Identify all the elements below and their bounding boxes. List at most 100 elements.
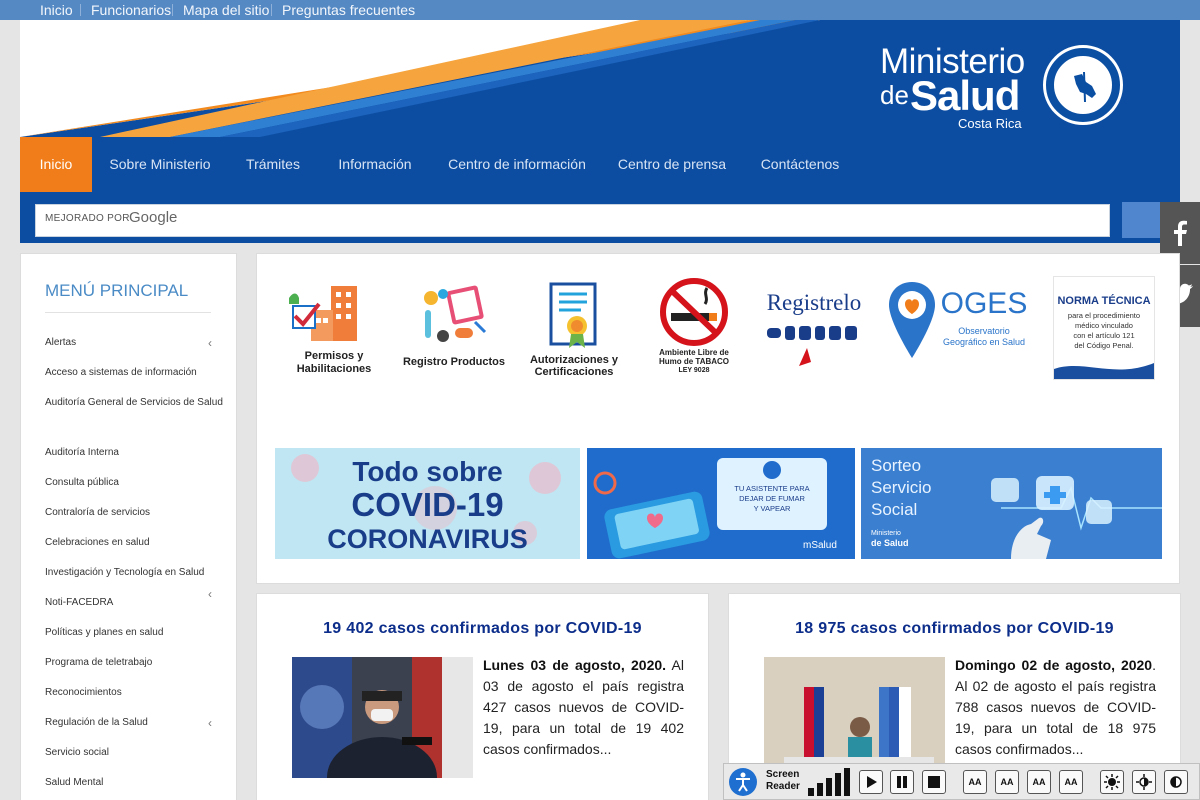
- quick-link-permisos[interactable]: Permisos y Habilitaciones: [279, 276, 389, 386]
- volume-level-icon[interactable]: [808, 768, 852, 796]
- top-link-divider: [80, 4, 81, 16]
- menu-item-acceso-sistemas[interactable]: Acceso a sistemas de información: [45, 363, 225, 383]
- sorteo-banner-brand2: de Salud: [871, 538, 909, 548]
- contrast-reset-button[interactable]: [1164, 770, 1188, 794]
- facebook-icon: [1174, 220, 1187, 246]
- quick-link-autorizaciones[interactable]: Autorizaciones y Certificaciones: [519, 276, 629, 386]
- quick-link-label: Registro Productos: [402, 356, 506, 368]
- news-image[interactable]: [292, 657, 473, 778]
- menu-item-teletrabajo[interactable]: Programa de teletrabajo: [45, 653, 225, 673]
- nav-centro-prensa[interactable]: Centro de prensa: [602, 137, 742, 192]
- news-title[interactable]: 18 975 casos confirmados por COVID-19: [729, 620, 1180, 638]
- quick-link-label: Certificaciones: [534, 366, 614, 378]
- search-button[interactable]: [1122, 202, 1162, 238]
- top-link-mapa-sitio[interactable]: Mapa del sitio: [183, 2, 269, 18]
- top-link-divider: [271, 4, 272, 16]
- quick-links-panel: Permisos y Habilitaciones Registro Produ…: [256, 253, 1180, 584]
- pause-button[interactable]: [890, 770, 914, 794]
- quick-link-registrelo[interactable]: Registrelo: [759, 276, 869, 386]
- chevron-left-icon[interactable]: ‹: [208, 584, 212, 604]
- nav-informacion[interactable]: Información: [318, 137, 432, 192]
- font-reset-button[interactable]: AA: [1027, 770, 1051, 794]
- play-button[interactable]: [859, 770, 883, 794]
- top-link-funcionarios[interactable]: Funcionarios: [91, 2, 171, 18]
- chevron-left-icon[interactable]: ‹: [208, 333, 212, 353]
- menu-item-salud-mental[interactable]: Salud Mental: [45, 773, 225, 793]
- main-menu-title: MENÚ PRINCIPAL: [45, 281, 189, 300]
- accessibility-icon[interactable]: [728, 767, 758, 797]
- nav-contactenos[interactable]: Contáctenos: [742, 137, 858, 192]
- chevron-left-icon[interactable]: ‹: [208, 713, 212, 733]
- font-increase-button[interactable]: AA: [963, 770, 987, 794]
- menu-item-contraloria-servicios[interactable]: Contraloría de servicios: [45, 503, 225, 523]
- menu-divider: [45, 312, 211, 313]
- nav-sobre-ministerio[interactable]: Sobre Ministerio: [92, 137, 228, 192]
- menu-item-servicio-social[interactable]: Servicio social: [45, 743, 225, 763]
- quick-link-label: Ambiente Libre de: [659, 348, 729, 357]
- permisos-icon: [289, 286, 357, 341]
- news-card: 19 402 casos confirmados por COVID-19 Lu…: [256, 593, 709, 800]
- font-decrease-button[interactable]: AA: [995, 770, 1019, 794]
- contrast-icon: [1170, 776, 1182, 788]
- map-pin-icon: [889, 282, 935, 358]
- news-summary: Domingo 02 de agosto, 2020. Al 02 de ago…: [955, 655, 1156, 760]
- top-link-inicio[interactable]: Inicio: [40, 2, 73, 18]
- msalud-logo: mSalud: [803, 540, 837, 551]
- nav-tramites[interactable]: Trámites: [228, 137, 318, 192]
- logo-salud-text: Salud: [910, 72, 1020, 119]
- quick-link-registro-productos[interactable]: Registro Productos: [399, 276, 509, 386]
- quick-link-label: Registrelo: [766, 290, 862, 315]
- autorizaciones-icon: [549, 282, 597, 348]
- sorteo-servicio-social-banner[interactable]: Sorteo Servicio Social Ministerio de Sal…: [861, 448, 1162, 559]
- quick-link-oges[interactable]: OGES Observatorio Geográfico en Salud: [887, 276, 1032, 386]
- menu-item-celebraciones-salud[interactable]: Celebraciones en salud: [45, 533, 225, 553]
- sorteo-banner-brand1: Ministerio: [871, 530, 901, 537]
- sorteo-banner-line3: Social: [871, 500, 918, 519]
- pause-icon: [897, 776, 907, 788]
- contrast-medium-button[interactable]: [1132, 770, 1156, 794]
- menu-item-investigacion-tecnologia[interactable]: Investigación y Tecnología en Salud: [45, 563, 225, 583]
- menu-item-alertas[interactable]: Alertas: [45, 333, 225, 353]
- quick-link-label: Observatorio: [958, 326, 1010, 336]
- font-size-button[interactable]: AA: [1059, 770, 1083, 794]
- quick-link-ambiente-libre-humo[interactable]: Ambiente Libre de Humo de TABACO LEY 902…: [639, 276, 749, 386]
- top-link-preguntas-frecuentes[interactable]: Preguntas frecuentes: [282, 2, 415, 18]
- nav-centro-informacion[interactable]: Centro de información: [432, 137, 602, 192]
- news-summary: Lunes 03 de agosto, 2020. Al 03 de agost…: [483, 655, 684, 760]
- msalud-banner[interactable]: TU ASISTENTE PARA DEJAR DE FUMAR Y VAPEA…: [587, 448, 855, 559]
- quick-link-label: OGES: [940, 287, 1028, 320]
- news-image[interactable]: [764, 657, 945, 778]
- sorteo-banner-line1: Sorteo: [871, 456, 922, 475]
- covid-banner[interactable]: Todo sobre COVID-19 CORONAVIRUS: [275, 448, 580, 559]
- menu-item-consulta-publica[interactable]: Consulta pública: [45, 473, 225, 493]
- quick-link-label: para el procedimiento: [1067, 311, 1141, 320]
- menu-item-politicas-planes[interactable]: Políticas y planes en salud: [45, 623, 225, 643]
- menu-item-reconocimientos[interactable]: Reconocimientos: [45, 683, 225, 703]
- covid-banner-line1: Todo sobre: [352, 456, 503, 487]
- quick-link-label: Permisos y: [304, 350, 364, 362]
- menu-item-auditoria-general[interactable]: Auditoría General de Servicios de Salud: [45, 393, 225, 413]
- stop-button[interactable]: [922, 770, 946, 794]
- menu-item-auditoria-interna[interactable]: Auditoría Interna: [45, 443, 225, 463]
- quick-link-label: Humo de TABACO: [658, 357, 730, 366]
- main-nav: Inicio Sobre Ministerio Trámites Informa…: [20, 137, 1180, 192]
- news-date: Lunes 03 de agosto, 2020.: [483, 657, 667, 673]
- google-logo: Google: [129, 209, 178, 226]
- top-bar: Inicio Funcionarios Mapa del sitio Pregu…: [0, 0, 1200, 20]
- search-input[interactable]: MEJORADO POR Google: [35, 204, 1110, 237]
- sun-icon: [1104, 774, 1120, 790]
- menu-item-regulacion-salud[interactable]: Regulación de la Salud: [45, 713, 225, 733]
- nav-inicio[interactable]: Inicio: [20, 137, 92, 192]
- powered-by-label: MEJORADO POR: [45, 213, 130, 224]
- menu-item-noti-facedra[interactable]: Noti-FACEDRA: [45, 593, 225, 613]
- news-title[interactable]: 19 402 casos confirmados por COVID-19: [257, 620, 708, 638]
- quick-link-label: LEY 9028: [678, 367, 710, 374]
- contrast-high-button[interactable]: [1100, 770, 1124, 794]
- quick-link-label: Autorizaciones y: [529, 354, 619, 366]
- registro-productos-icon: [424, 285, 487, 342]
- msalud-banner-line2: DEJAR DE FUMAR: [739, 494, 805, 503]
- msalud-banner-line3: Y VAPEAR: [753, 504, 791, 513]
- quick-link-norma-tecnica[interactable]: NORMA TÉCNICA para el procedimiento médi…: [1053, 276, 1155, 380]
- news-date: Domingo 02 de agosto, 2020: [955, 657, 1153, 673]
- costa-rica-seal: [1043, 45, 1123, 125]
